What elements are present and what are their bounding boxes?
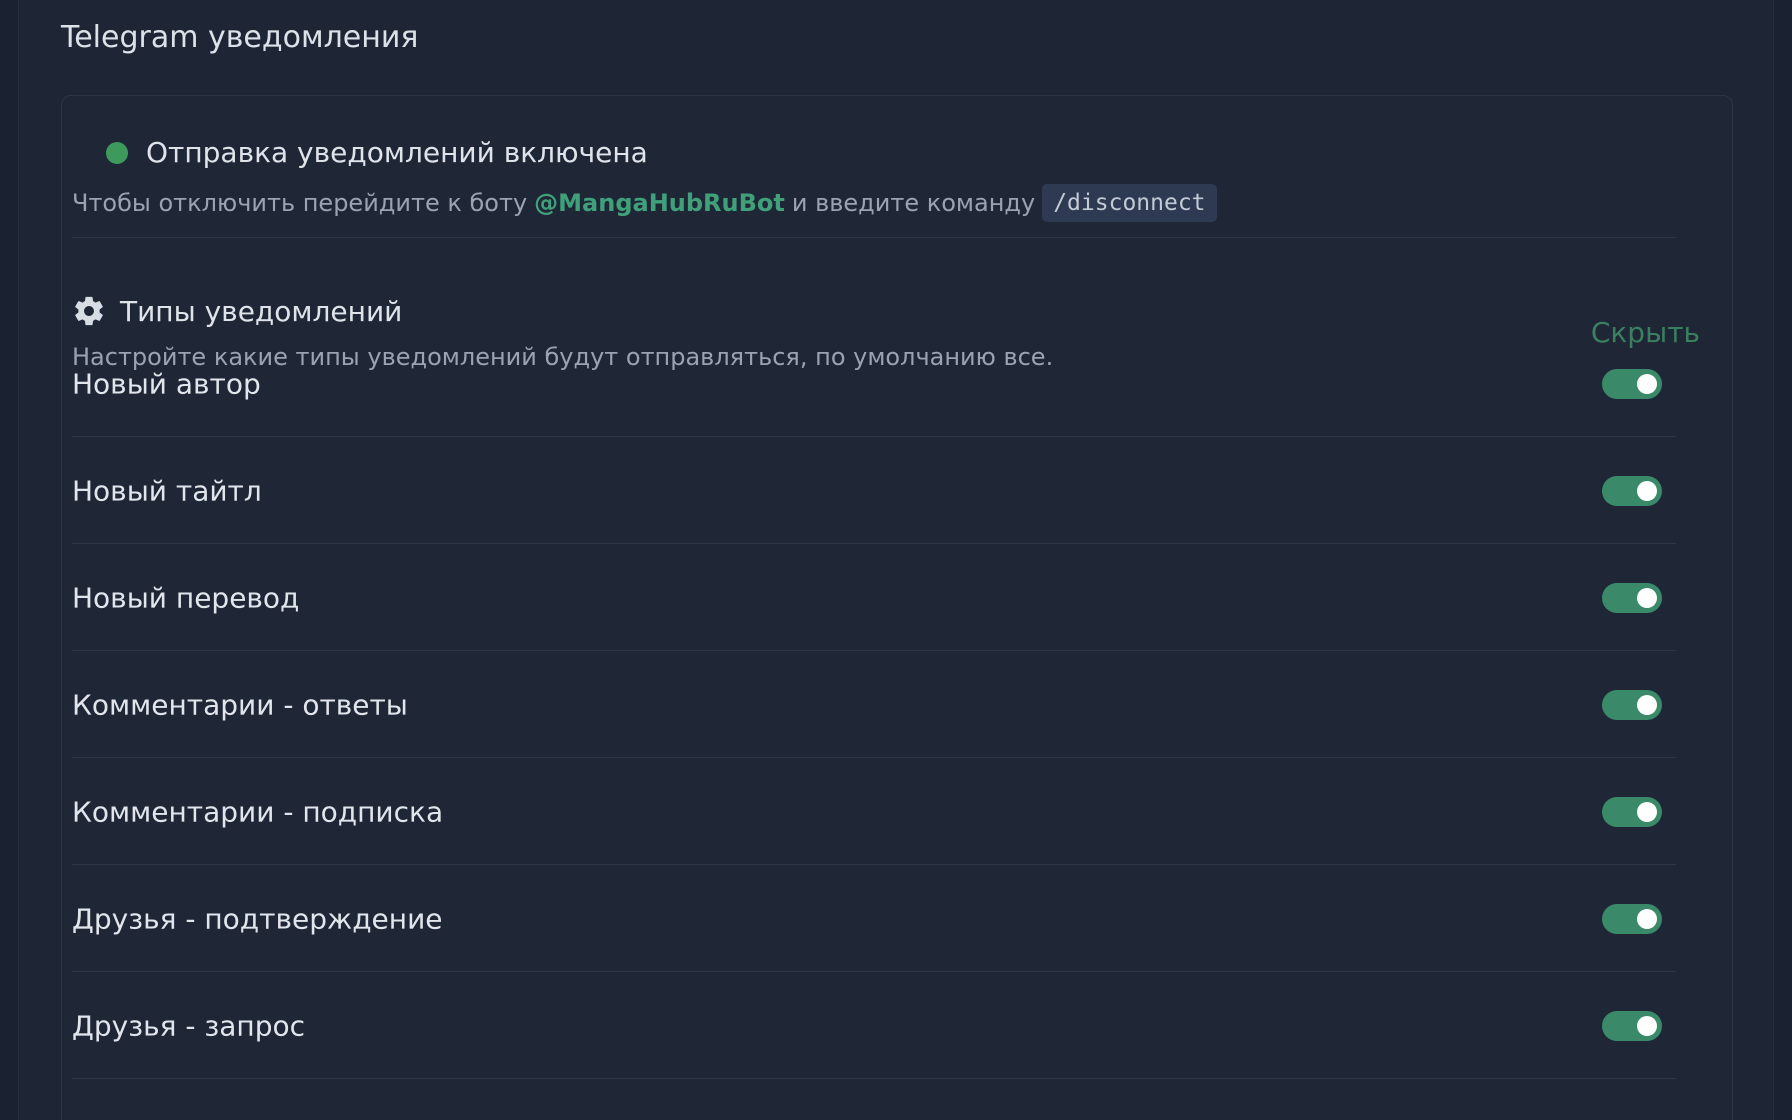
divider xyxy=(72,237,1676,238)
settings-panel: Telegram уведомления Отправка уведомлени… xyxy=(18,0,1774,1120)
notification-toggle[interactable] xyxy=(1602,796,1662,827)
toggle-knob xyxy=(1637,694,1657,715)
section-title: Telegram уведомления xyxy=(61,20,419,55)
toggle-knob xyxy=(1637,908,1657,929)
notification-toggle[interactable] xyxy=(1602,582,1662,613)
notification-row: Комментарии - ответы xyxy=(72,651,1676,758)
notification-toggle[interactable] xyxy=(1602,475,1662,506)
row-divider xyxy=(72,1078,1676,1079)
notification-toggle[interactable] xyxy=(1602,903,1662,934)
types-header: Типы уведомлений xyxy=(72,294,402,328)
notification-toggle[interactable] xyxy=(1602,1010,1662,1041)
instructions-prefix: Чтобы отключить перейдите к боту xyxy=(72,189,528,217)
status-text: Отправка уведомлений включена xyxy=(146,136,648,169)
disconnect-instructions: Чтобы отключить перейдите к боту @MangaH… xyxy=(72,184,1217,222)
notification-row: Комментарии - подписка xyxy=(72,758,1676,865)
telegram-card: Отправка уведомлений включена Чтобы откл… xyxy=(61,95,1733,1120)
status-indicator xyxy=(106,141,128,164)
notification-row: Друзья - подтверждение xyxy=(72,865,1676,972)
notification-row: Новый автор xyxy=(72,330,1676,437)
notification-label: Комментарии - ответы xyxy=(72,688,408,721)
notification-label: Комментарии - подписка xyxy=(72,795,444,828)
toggle-knob xyxy=(1637,587,1657,608)
status-row: Отправка уведомлений включена xyxy=(106,136,648,169)
toggle-knob xyxy=(1637,373,1657,394)
toggle-knob xyxy=(1637,801,1657,822)
bot-link[interactable]: @MangaHubRuBot xyxy=(534,189,785,217)
notification-label: Новый перевод xyxy=(72,581,300,614)
app: Telegram уведомления Отправка уведомлени… xyxy=(0,0,1792,1120)
disconnect-command: /disconnect xyxy=(1042,184,1217,222)
toggle-knob xyxy=(1637,1015,1657,1036)
toggle-knob xyxy=(1637,480,1657,501)
notification-label: Друзья - подтверждение xyxy=(72,902,443,935)
instructions-middle: и введите команду xyxy=(791,189,1036,217)
notification-row: Новый перевод xyxy=(72,544,1676,651)
notification-toggle[interactable] xyxy=(1602,368,1662,399)
types-title: Типы уведомлений xyxy=(120,294,403,328)
notification-row: Новый тайтл xyxy=(72,437,1676,544)
notification-label: Новый автор xyxy=(72,367,261,400)
notification-toggle[interactable] xyxy=(1602,689,1662,720)
notification-label: Новый тайтл xyxy=(72,474,262,507)
notification-label: Друзья - запрос xyxy=(72,1009,306,1042)
gear-icon xyxy=(75,296,103,326)
notification-row: Друзья - запрос xyxy=(72,972,1676,1079)
